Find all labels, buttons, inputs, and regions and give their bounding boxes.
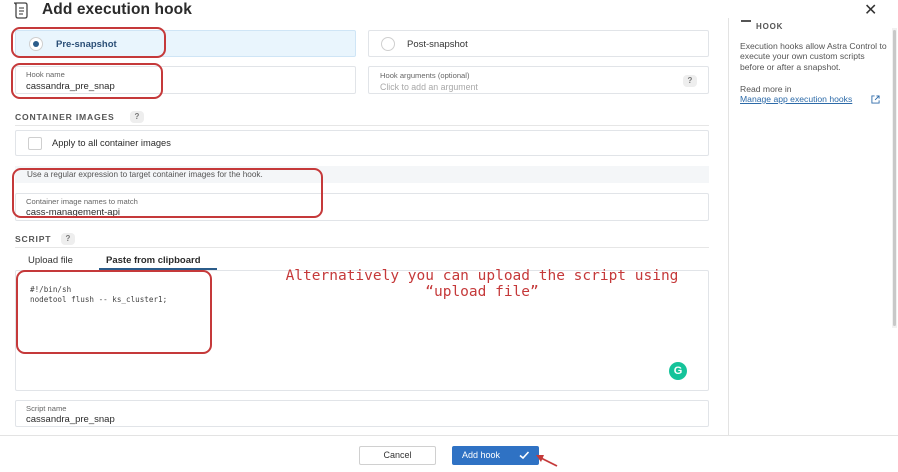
close-icon[interactable]: ✕ (864, 0, 877, 20)
side-panel-divider (728, 18, 729, 435)
side-panel-description: Execution hooks allow Astra Control to e… (740, 41, 887, 72)
tab-paste-from-clipboard[interactable]: Paste from clipboard (106, 255, 201, 266)
side-panel-dash (741, 20, 751, 22)
scroll-icon (13, 2, 28, 19)
container-images-help-icon[interactable]: ? (130, 111, 144, 123)
checkmark-icon (519, 451, 530, 460)
manage-hooks-link[interactable]: Manage app execution hooks (740, 94, 852, 104)
script-name-value[interactable]: cassandra_pre_snap (26, 414, 115, 425)
annotation-line-1: Alternatively you can upload the script … (285, 268, 679, 284)
apply-all-images-checkbox[interactable] (28, 137, 42, 150)
tab-upload-file[interactable]: Upload file (28, 255, 73, 266)
dialog-title: Add execution hook (42, 1, 192, 18)
apply-all-images-row[interactable]: Apply to all container images (15, 130, 709, 156)
grammarly-icon[interactable]: G (669, 362, 687, 380)
post-snapshot-label: Post-snapshot (407, 39, 468, 50)
highlight-pre-snapshot (11, 27, 166, 58)
post-snapshot-radio[interactable] (381, 37, 395, 51)
highlight-script (16, 270, 212, 354)
script-title: SCRIPT (15, 234, 52, 244)
script-divider (15, 247, 709, 248)
hook-arguments-help-icon[interactable]: ? (683, 75, 697, 87)
highlight-arrow (536, 455, 558, 467)
script-name-label: Script name (26, 404, 67, 413)
highlight-container-match (12, 168, 323, 218)
scrollbar-thumb[interactable] (893, 30, 896, 326)
container-images-title: CONTAINER IMAGES (15, 112, 115, 122)
external-link-icon[interactable] (871, 95, 880, 104)
highlight-hook-name (11, 63, 163, 99)
script-name-field[interactable]: Script name cassandra_pre_snap (15, 400, 709, 427)
side-panel-title: HOOK (756, 22, 784, 31)
script-help-icon[interactable]: ? (61, 233, 75, 245)
annotation-line-2: “upload file” (425, 284, 539, 300)
hook-arguments-field[interactable]: Hook arguments (optional) Click to add a… (368, 66, 709, 94)
post-snapshot-option[interactable]: Post-snapshot (368, 30, 709, 57)
side-panel-learn-more: Read more in (740, 84, 792, 94)
apply-all-images-label: Apply to all container images (52, 138, 171, 148)
container-images-divider (15, 125, 709, 126)
cancel-button[interactable]: Cancel (359, 446, 436, 465)
hook-arguments-placeholder[interactable]: Click to add an argument (380, 82, 478, 92)
footer-divider (0, 435, 898, 436)
hook-arguments-label: Hook arguments (optional) (380, 71, 470, 80)
